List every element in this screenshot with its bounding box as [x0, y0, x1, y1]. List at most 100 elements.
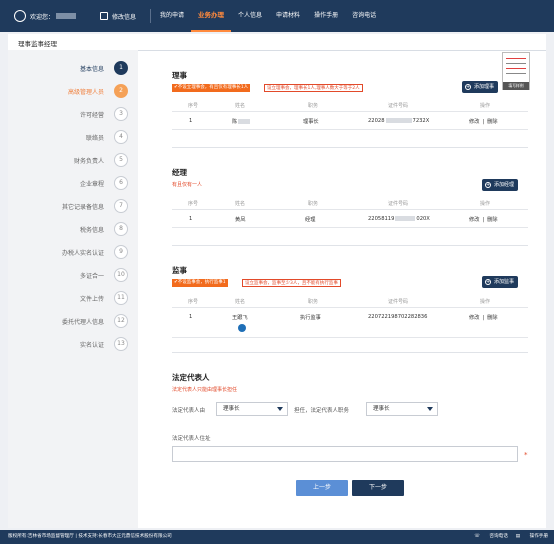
sample-caption: 填写样例 — [503, 82, 529, 90]
step-licensed-business[interactable]: 许可经营 3 — [8, 106, 138, 122]
step-number: 12 — [114, 314, 128, 328]
step-label: 其它记录备信息 — [61, 204, 104, 211]
step-articles[interactable]: 企业章程 6 — [8, 175, 138, 191]
row-ops: 修改 | 删除 — [469, 314, 498, 321]
name-text: 陈 — [232, 119, 238, 125]
edit-link[interactable]: 修改 — [469, 119, 479, 125]
top-navbar: 欢迎您： 修改信息 我的申请 业务办理 个人信息 申请材料 操作手册 咨询电话 — [0, 0, 554, 32]
row-role: 执行监事 — [300, 315, 321, 321]
row-name: 陈 — [232, 118, 251, 125]
step-real-name[interactable]: 实名认证 13 — [8, 336, 138, 352]
step-tax-agent-auth[interactable]: 办税人实名认证 9 — [8, 244, 138, 260]
masked-name — [238, 119, 251, 124]
chevron-down-icon — [277, 407, 283, 411]
delete-link[interactable]: 删除 — [487, 315, 497, 321]
col-no: 序号 — [188, 103, 199, 109]
add-manager-button[interactable]: + 添加经理 — [482, 179, 519, 191]
add-supervisor-button[interactable]: + 添加监事 — [482, 276, 519, 288]
step-label: 基本信息 — [79, 66, 104, 73]
step-label: 企业章程 — [79, 181, 104, 188]
step-file-upload[interactable]: 文件上传 11 — [8, 290, 138, 306]
col-role: 职务 — [308, 299, 319, 305]
step-agent-info[interactable]: 委托代理人信息 12 — [8, 313, 138, 329]
legal-rep-address-input[interactable] — [172, 446, 518, 462]
directors-option-board[interactable]: 设立理事会，理事长1人,理事人数大于等于2人 — [264, 84, 363, 92]
nav-my-applications[interactable]: 我的申请 — [153, 0, 191, 32]
col-role: 职务 — [308, 201, 319, 207]
row-ops: 修改 | 删除 — [469, 118, 498, 125]
welcome-area: 欢迎您： — [14, 10, 84, 22]
step-basic-info[interactable]: 基本信息 1 — [8, 60, 138, 76]
step-number: 9 — [114, 245, 128, 259]
manual-link[interactable]: ▤ 操作手册 — [516, 530, 548, 544]
step-tax-info[interactable]: 税务信息 8 — [8, 221, 138, 237]
directors-table: 序号 姓名 职务 证件号码 操作 1 陈 理事长 22028 7232X 修改 | 删… — [172, 98, 528, 132]
face-auth-icon — [238, 324, 246, 332]
hotline-label: 咨询电话 — [489, 534, 508, 539]
copyright-text: 版权所有:吉林省市场监督管理厅 | 技术支持:长春市大正元鼎信技术股份有限公司 — [8, 534, 172, 539]
legal-rep-note: 法定代表人只能由理事长担任 — [172, 387, 238, 393]
supervisor-option-no-board[interactable]: ✔不设监事会，执行监事1 — [172, 279, 228, 287]
id-prefix: 22028 — [368, 118, 385, 124]
add-director-button[interactable]: + 添加理事 — [462, 81, 499, 93]
section-divider — [172, 147, 528, 148]
edit-link[interactable]: 修改 — [469, 315, 479, 321]
table-row: 1 黄凤 经理 22058119 020X 修改 | 删除 — [172, 210, 528, 228]
step-number: 10 — [114, 268, 128, 282]
add-supervisor-label: 添加监事 — [494, 279, 515, 285]
thumb-line — [506, 68, 526, 69]
hotline-link[interactable]: ☏ 咨询电话 — [474, 530, 508, 544]
col-ops: 操作 — [480, 103, 491, 109]
thumb-line — [506, 63, 526, 64]
next-step-button[interactable]: 下一步 — [352, 480, 404, 496]
nav-hotline[interactable]: 咨询电话 — [345, 0, 383, 32]
legal-rep-source-select[interactable]: 理事长 — [216, 402, 288, 416]
nav-personal-info[interactable]: 个人信息 — [231, 0, 269, 32]
step-finance-head[interactable]: 财务负责人 5 — [8, 152, 138, 168]
delete-link[interactable]: 删除 — [487, 217, 497, 223]
modify-info-link[interactable]: 修改信息 — [100, 12, 136, 21]
footer: 版权所有:吉林省市场监督管理厅 | 技术支持:长春市大正元鼎信技术股份有限公司 … — [0, 530, 554, 544]
step-senior-managers[interactable]: 高级管理人员 2 — [8, 83, 138, 99]
manual-label: 操作手册 — [529, 534, 548, 539]
row-role: 理事长 — [303, 119, 319, 125]
nav-manual[interactable]: 操作手册 — [307, 0, 345, 32]
step-multi-cert[interactable]: 多证合一 10 — [8, 267, 138, 283]
supervisor-option-board[interactable]: 设立监事会，监事至少3人，且不能有执行监事 — [242, 279, 341, 287]
col-role: 职务 — [308, 103, 319, 109]
legal-rep-role-select[interactable]: 理事长 — [366, 402, 438, 416]
nav-materials[interactable]: 申请材料 — [269, 0, 307, 32]
step-label: 多证合一 — [79, 273, 104, 280]
op-separator: | — [482, 217, 485, 223]
step-number: 3 — [114, 107, 128, 121]
supervisor-table: 序号 姓名 职务 证件号码 操作 1 王跟飞 执行监事 220722198702… — [172, 294, 528, 340]
table-row: 1 陈 理事长 22028 7232X 修改 | 删除 — [172, 112, 528, 130]
nav-business[interactable]: 业务办理 — [191, 0, 232, 32]
supervisor-title: 监事 — [172, 266, 187, 275]
col-ops: 操作 — [480, 299, 491, 305]
thumb-line — [506, 58, 526, 59]
step-sidebar: 基本信息 1 高级管理人员 2 许可经营 3 联络员 4 财务负责人 5 企业章程 6 其它… — [8, 50, 138, 528]
chevron-down-icon — [427, 407, 433, 411]
op-separator: | — [482, 119, 485, 125]
select-value: 理事长 — [223, 406, 240, 412]
row-ops: 修改 | 删除 — [469, 216, 498, 223]
delete-link[interactable]: 删除 — [487, 119, 497, 125]
add-manager-label: 添加经理 — [494, 182, 515, 188]
step-number: 13 — [114, 337, 128, 351]
step-liaison[interactable]: 联络员 4 — [8, 129, 138, 145]
step-other-records[interactable]: 其它记录备信息 7 — [8, 198, 138, 214]
id-prefix: 22058119 — [368, 216, 395, 222]
row-name: 黄凤 — [235, 217, 246, 223]
masked-id — [395, 216, 416, 221]
masked-id — [385, 118, 412, 123]
sample-thumbnail[interactable]: 填写样例 — [502, 52, 530, 90]
manager-table: 序号 姓名 职务 证件号码 操作 1 黄凤 经理 22058119 020X 修改… — [172, 196, 528, 230]
step-number: 6 — [114, 176, 128, 190]
col-id: 证件号码 — [388, 299, 409, 305]
prev-step-button[interactable]: 上一步 — [296, 480, 348, 496]
edit-link[interactable]: 修改 — [469, 217, 479, 223]
directors-option-no-board[interactable]: ✔不设立理事会，有且仅有理事长1人 — [172, 84, 251, 92]
table-header: 序号 姓名 职务 证件号码 操作 — [172, 294, 528, 308]
page-title: 理事监事经理 — [18, 40, 57, 48]
